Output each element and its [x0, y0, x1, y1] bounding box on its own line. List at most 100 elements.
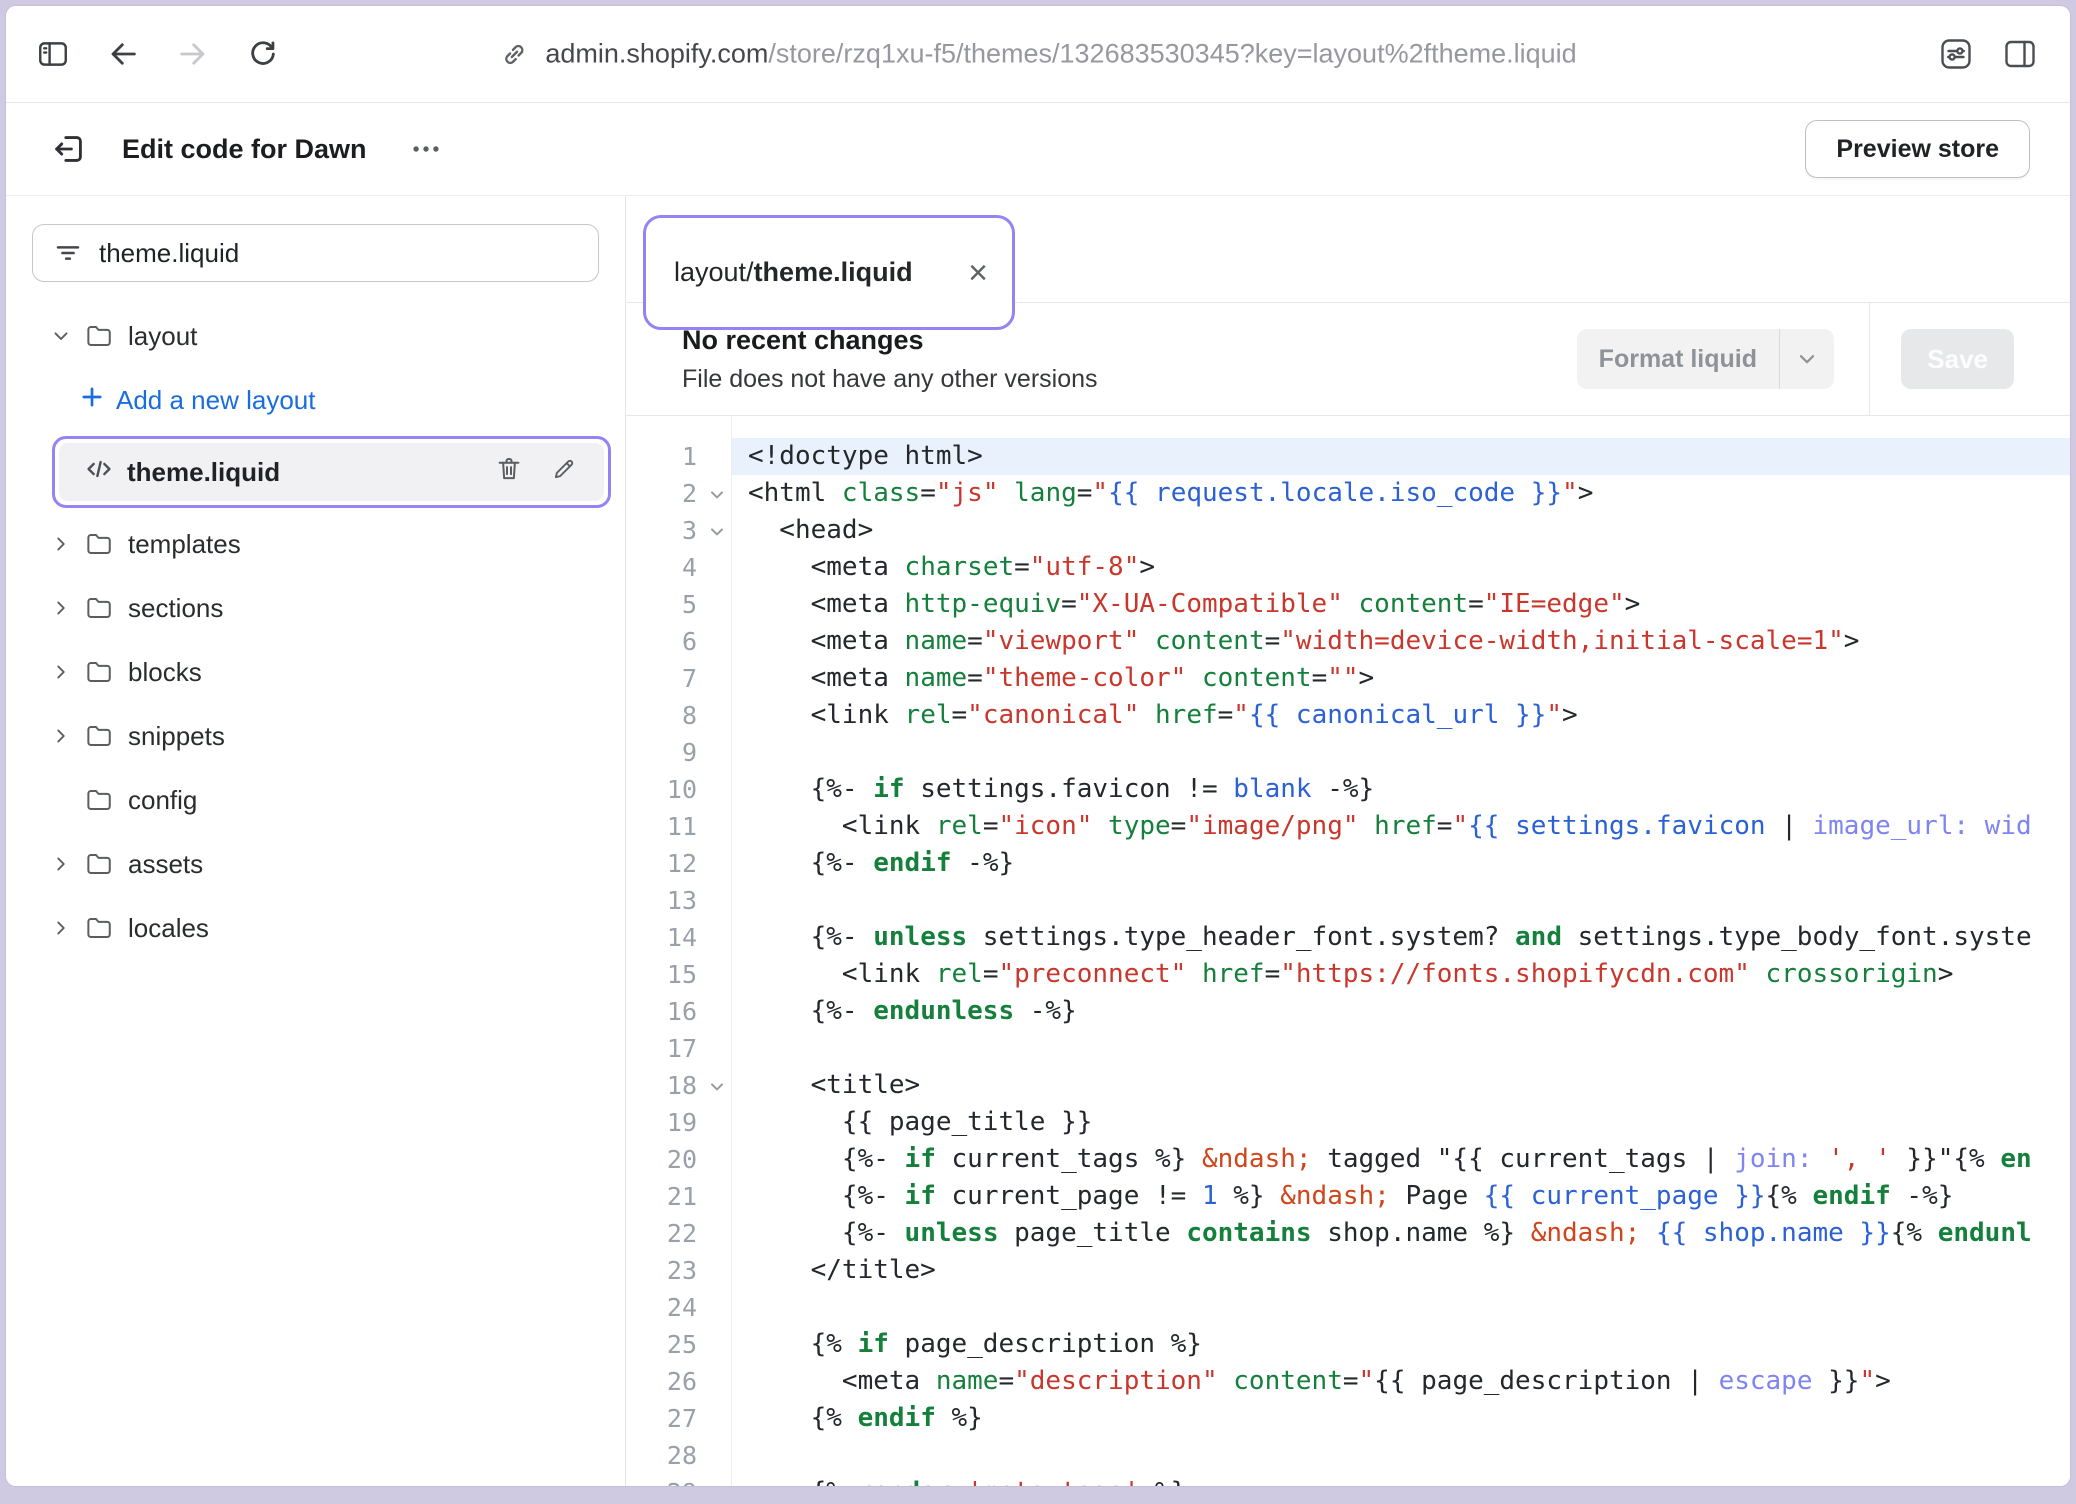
code-line: 25 {% if page_description %}: [626, 1326, 2070, 1363]
code-line-text[interactable]: <html class="js" lang="{{ request.locale…: [731, 475, 2070, 512]
tune-icon[interactable]: [1938, 36, 1974, 72]
chevron-down-icon[interactable]: [44, 325, 78, 347]
code-token: unless: [873, 922, 967, 952]
sidebar-item-templates[interactable]: templates: [6, 512, 625, 576]
exit-icon[interactable]: [50, 130, 88, 168]
code-token: =: [983, 811, 999, 841]
code-token: unless: [905, 1218, 999, 1248]
sidebar-item-locales[interactable]: locales: [6, 896, 625, 960]
sidebar-toggle-icon[interactable]: [36, 37, 70, 71]
add-new-layout-link[interactable]: Add a new layout: [78, 368, 625, 432]
code-line-text[interactable]: {% if page_description %}: [731, 1326, 2070, 1363]
close-tab-icon[interactable]: ×: [968, 256, 988, 290]
code-line-text[interactable]: <meta name="theme-color" content="">: [731, 660, 2070, 697]
fold-chevron-icon[interactable]: [707, 521, 727, 541]
code-token: <link: [748, 959, 936, 989]
code-token: <link: [748, 811, 936, 841]
save-button[interactable]: Save: [1901, 329, 2014, 389]
code-line-text[interactable]: [731, 1030, 2070, 1067]
rename-file-icon[interactable]: [550, 455, 578, 490]
sidebar-item-theme-liquid[interactable]: theme.liquid: [59, 443, 604, 501]
code-line: 19 {{ page_title }}: [626, 1104, 2070, 1141]
code-line-text[interactable]: <meta charset="utf-8">: [731, 549, 2070, 586]
line-number: 7: [626, 660, 731, 697]
delete-file-icon[interactable]: [494, 454, 524, 491]
code-token: <meta: [748, 663, 905, 693]
code-token: >: [1562, 700, 1578, 730]
code-token: "X-UA-Compatible": [1077, 589, 1343, 619]
code-line-text[interactable]: {{ page_title }}: [731, 1104, 2070, 1141]
code-token: <html: [748, 478, 842, 508]
format-liquid-button[interactable]: Format liquid: [1577, 329, 1834, 389]
code-line-text[interactable]: <link rel="icon" type="image/png" href="…: [731, 808, 2070, 845]
back-icon[interactable]: [106, 37, 140, 71]
code-token: [1186, 663, 1202, 693]
sidebar-item-snippets[interactable]: snippets: [6, 704, 625, 768]
editor-pane: layout/theme.liquid × No recent changes …: [626, 196, 2070, 1486]
code-token: {%-: [748, 1218, 905, 1248]
chevron-right-icon[interactable]: [44, 853, 78, 875]
code-line-text[interactable]: [731, 1289, 2070, 1326]
file-search-box[interactable]: [32, 224, 599, 282]
sidebar-item-sections[interactable]: sections: [6, 576, 625, 640]
code-line-text[interactable]: {%- endif -%}: [731, 845, 2070, 882]
sidebar-item-assets[interactable]: assets: [6, 832, 625, 896]
code-token: {%-: [748, 922, 873, 952]
folder-icon: [78, 321, 120, 351]
code-line: 24: [626, 1289, 2070, 1326]
code-token: =: [952, 700, 968, 730]
code-token: endunl: [1938, 1218, 2032, 1248]
code-token: current_page !=: [936, 1181, 1202, 1211]
code-line-text[interactable]: [731, 734, 2070, 771]
code-line-text[interactable]: <title>: [731, 1067, 2070, 1104]
code-line-text[interactable]: {%- if settings.favicon != blank -%}: [731, 771, 2070, 808]
chevron-right-icon[interactable]: [44, 533, 78, 555]
code-line-text[interactable]: <meta name="viewport" content="width=dev…: [731, 623, 2070, 660]
split-view-icon[interactable]: [2002, 36, 2038, 72]
code-line-text[interactable]: <head>: [731, 512, 2070, 549]
sidebar-item-config[interactable]: config: [6, 768, 625, 832]
code-token: 'meta-tags': [967, 1477, 1139, 1486]
code-line-text[interactable]: <link rel="canonical" href="{{ canonical…: [731, 697, 2070, 734]
code-token: -%}: [1891, 1181, 1954, 1211]
code-line-text[interactable]: {%- if current_tags %} &ndash; tagged "{…: [731, 1141, 2070, 1178]
code-token: {%: [748, 1329, 858, 1359]
code-line-text[interactable]: {% endif %}: [731, 1400, 2070, 1437]
sidebar-item-blocks[interactable]: blocks: [6, 640, 625, 704]
chevron-right-icon[interactable]: [44, 597, 78, 619]
fold-chevron-icon[interactable]: [707, 1076, 727, 1096]
code-token: %}: [936, 1403, 983, 1433]
code-line-text[interactable]: {%- unless settings.type_header_font.sys…: [731, 919, 2070, 956]
forward-icon[interactable]: [176, 37, 210, 71]
code-token: endif: [873, 848, 951, 878]
code-line-text[interactable]: {% render 'meta-tags' %}: [731, 1474, 2070, 1486]
code-line-text[interactable]: {%- unless page_title contains shop.name…: [731, 1215, 2070, 1252]
chevron-down-icon[interactable]: [1779, 329, 1834, 389]
code-line-text[interactable]: [731, 882, 2070, 919]
code-line-text[interactable]: </title>: [731, 1252, 2070, 1289]
sidebar-item-layout[interactable]: layout: [6, 304, 625, 368]
code-line-text[interactable]: [731, 1437, 2070, 1474]
chevron-right-icon[interactable]: [44, 661, 78, 683]
more-actions-icon[interactable]: [409, 132, 443, 166]
code-token: [1359, 811, 1375, 841]
code-line-text[interactable]: {%- endunless -%}: [731, 993, 2070, 1030]
code-token: current_tags %}: [936, 1144, 1202, 1174]
code-editor[interactable]: 1<!doctype html>2<html class="js" lang="…: [626, 416, 2070, 1486]
search-input[interactable]: [99, 238, 578, 269]
code-token: =: [1218, 700, 1234, 730]
code-line-text[interactable]: <meta http-equiv="X-UA-Compatible" conte…: [731, 586, 2070, 623]
chevron-right-icon[interactable]: [44, 725, 78, 747]
address-bar[interactable]: admin.shopify.com/store/rzq1xu-f5/themes…: [499, 39, 1576, 70]
code-line-text[interactable]: <meta name="description" content="{{ pag…: [731, 1363, 2070, 1400]
code-token: <head>: [748, 515, 873, 545]
reload-icon[interactable]: [246, 37, 280, 71]
tab-theme-liquid[interactable]: layout/theme.liquid ×: [646, 218, 1012, 327]
preview-store-button[interactable]: Preview store: [1805, 120, 2030, 178]
code-line-text[interactable]: <link rel="preconnect" href="https://fon…: [731, 956, 2070, 993]
chevron-right-icon[interactable]: [44, 917, 78, 939]
code-line-text[interactable]: <!doctype html>: [731, 438, 2070, 475]
fold-chevron-icon[interactable]: [707, 484, 727, 504]
code-line-text[interactable]: {%- if current_page != 1 %} &ndash; Page…: [731, 1178, 2070, 1215]
code-token: ": [1562, 478, 1578, 508]
